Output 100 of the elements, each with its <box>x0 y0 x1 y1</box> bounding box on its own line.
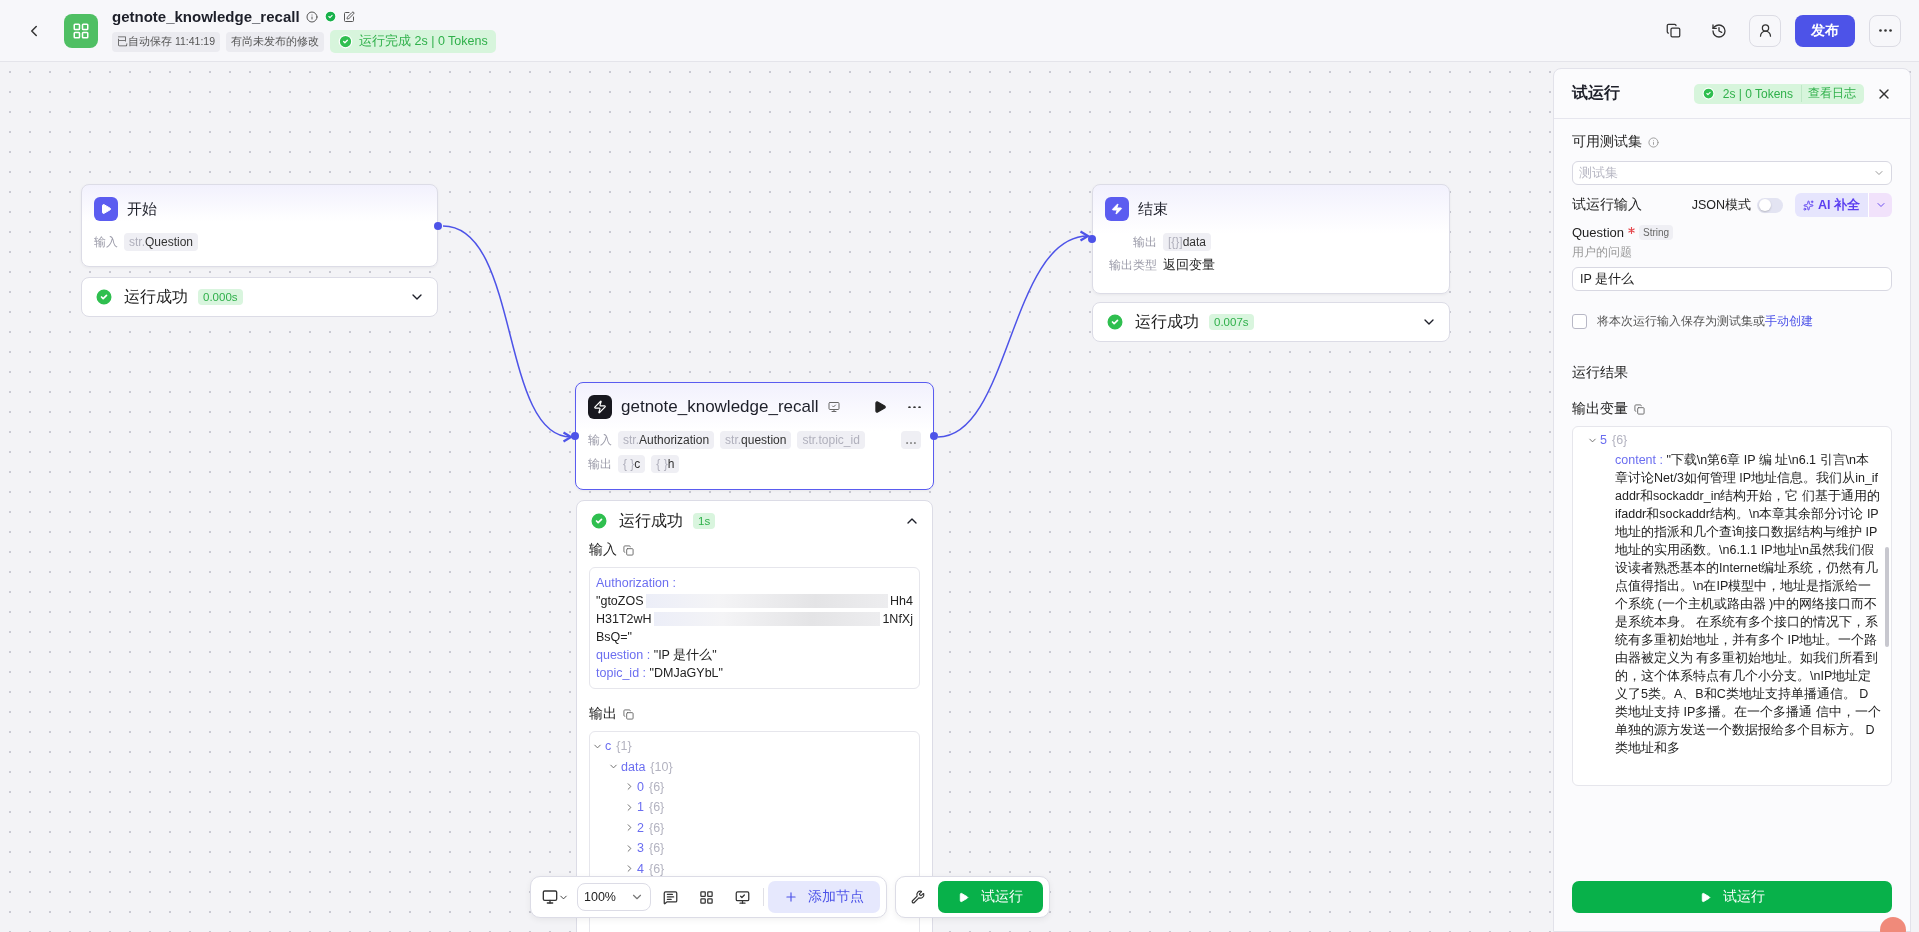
plus-icon <box>784 890 798 904</box>
json-value: content : "下载\n第6章 IP 编 址\n6.1 引言\n本章讨论Net/3如何管理 IP地址信息。我们从in_ifaddr和sockaddr_in结构开始，它 们基于通用的ifaddr和sockaddr结构。\n本章其余部分讨论 IP地址的指派和几个查询接口数据结构与维护 IP地址的实用函数。\n6.1.1 IP地址\n虽然我们假设读者熟悉基本的Internet编址系统，仍然有几点值得指出。\n在IP模型中，地址是指派给一个系统 (一个主机或路由器 )中的网络接口而不是系统本身。 在系统有多个接口的情况下，系统有多重初始地址，并有多个 IP地址。一个路由器被定义为 有多重初始地址。如我们所看到的，这个体系特点有几个小分支。\nIP地址定义了5类。A、B和C类地址支持单播通信。 D类地址支持 IP多播。在一个多播通 信中，一个单独的源方发送一个数据报给多个目标方。 D类地址和多 <box>1614 452 1881 757</box>
row-label: 输入 <box>588 432 612 448</box>
more-button[interactable] <box>901 431 921 449</box>
section-label: 运行结果 <box>1572 364 1629 382</box>
more-icon[interactable] <box>908 405 921 409</box>
copy-icon[interactable] <box>1634 403 1645 415</box>
json-value: "IP 是什么" <box>652 648 717 662</box>
success-icon <box>338 34 353 49</box>
tree-key: 3 <box>637 839 644 858</box>
glyph-icon <box>100 203 112 215</box>
type-tag: String <box>1639 225 1674 240</box>
json-mode-label: JSON模式 <box>1691 196 1751 214</box>
publish-button[interactable]: 发布 <box>1795 14 1855 47</box>
json-value: BsQ=" <box>596 630 633 644</box>
panel-title: 试运行 <box>1572 83 1620 103</box>
json-value: H31T2wH <box>596 611 652 628</box>
success-icon <box>1701 87 1715 100</box>
field-description: 用户的问题 <box>1572 244 1633 261</box>
play-icon <box>1699 891 1711 903</box>
status-text: 运行成功 <box>124 286 188 307</box>
test-run-button[interactable]: 试运行 <box>1572 881 1892 913</box>
info-icon[interactable] <box>305 10 318 23</box>
variable-tag: str.Authorization <box>618 431 715 449</box>
tree-key: 2 <box>637 818 644 837</box>
section-label: 可用测试集 <box>1572 133 1642 151</box>
workflow-title: getnote_knowledge_recall <box>112 8 300 25</box>
grid-icon <box>72 21 90 40</box>
run-stats-badge: 2s | 0 Tokens 查看日志 <box>1693 83 1864 104</box>
edit-icon[interactable] <box>342 10 355 23</box>
tree-count: {6} <box>648 840 665 858</box>
section-label: 输出变量 <box>1572 400 1628 418</box>
sparkle-icon <box>1803 199 1814 211</box>
success-icon <box>94 287 114 307</box>
json-value: "gtoZOS <box>596 593 644 610</box>
add-node-button[interactable]: 添加节点 <box>768 881 880 913</box>
row-label: 输出 <box>1132 234 1157 250</box>
section-title: 输入 <box>589 541 617 559</box>
info-icon[interactable] <box>1648 136 1659 148</box>
tree-count: {6} <box>1611 432 1628 449</box>
test-run-button[interactable]: 试运行 <box>938 881 1043 913</box>
json-key: question : <box>596 648 651 662</box>
copy-icon <box>1665 23 1681 38</box>
tree-key: 4 <box>637 859 644 878</box>
copy-icon[interactable] <box>623 544 634 556</box>
scrollbar[interactable] <box>1885 547 1889 647</box>
node-title: 开始 <box>127 199 157 219</box>
zoom-select[interactable]: 100% <box>577 883 651 911</box>
save-checkbox[interactable] <box>1572 314 1587 329</box>
more-button[interactable] <box>1869 14 1901 47</box>
ai-complete-button[interactable]: AI 补全 <box>1795 193 1868 217</box>
json-value: Hh4 <box>890 593 913 610</box>
ai-options-button[interactable] <box>1868 193 1892 217</box>
variable-tag: { }c <box>618 455 646 473</box>
tree-key: 5 <box>1600 431 1607 449</box>
tree-key: 0 <box>637 777 644 796</box>
manual-create-link[interactable]: 手动创建 <box>1765 314 1813 328</box>
play-icon[interactable] <box>873 400 887 414</box>
history-icon <box>1711 22 1727 39</box>
json-value: 1NfXj <box>882 611 913 628</box>
status-text: 运行成功 <box>619 510 683 531</box>
more-icon <box>1878 29 1892 32</box>
section-title: 输出 <box>589 705 617 723</box>
node-title: getnote_knowledge_recall <box>621 397 819 417</box>
question-input-field[interactable]: IP 是什么 <box>1572 267 1892 291</box>
collaborator-button[interactable] <box>1749 14 1781 47</box>
comment-icon <box>663 889 679 905</box>
copy-icon[interactable] <box>623 708 634 720</box>
duration-badge: 0.000s <box>198 289 243 305</box>
play-icon <box>958 891 969 903</box>
json-key: Authorization : <box>596 576 676 590</box>
save-text: 将本次运行输入保存为测试集或手动创建 <box>1597 313 1813 330</box>
port-dot[interactable] <box>571 432 579 440</box>
wrench-icon <box>911 890 925 904</box>
json-value: "DMJaGYbL" <box>648 666 723 680</box>
tree-count: {6} <box>648 799 665 817</box>
duration-badge: 0.007s <box>1209 314 1254 330</box>
user-icon <box>1757 23 1773 38</box>
port-dot[interactable] <box>1088 235 1096 243</box>
variable-tag: str.question <box>720 431 792 449</box>
autosave-label: 已自动保存 11:41:19 <box>112 31 220 52</box>
more-icon <box>906 441 916 444</box>
run-status-badge: 运行完成 2s | 0 Tokens <box>330 30 496 53</box>
json-key: topic_id : <box>596 666 647 680</box>
json-mode-toggle[interactable] <box>1757 197 1783 213</box>
variable-tag: str.topic_id <box>797 431 865 449</box>
port-dot[interactable] <box>434 221 442 230</box>
glyph-icon <box>1111 203 1123 215</box>
tree-count: {6} <box>648 860 665 878</box>
tree-count: {6} <box>648 819 665 837</box>
variable-tag: { }h <box>651 455 680 473</box>
row-label: 输出类型 <box>1108 258 1157 273</box>
tree-count: {6} <box>648 778 665 796</box>
port-dot[interactable] <box>930 432 938 440</box>
tree-count: {1} <box>616 738 632 756</box>
success-icon <box>589 511 609 531</box>
tree-key: 1 <box>637 798 644 817</box>
glyph-icon <box>593 400 607 414</box>
row-label: 输入 <box>94 234 118 250</box>
tree-count: {10} <box>650 758 673 776</box>
